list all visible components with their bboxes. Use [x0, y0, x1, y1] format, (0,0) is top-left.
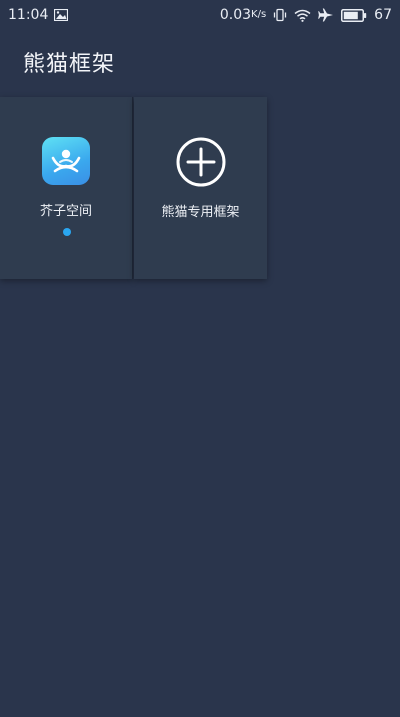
status-bar-left: 11:04 [8, 7, 69, 23]
add-circle-icon [176, 137, 226, 187]
mustard-space-card[interactable]: 芥子空间 [0, 97, 133, 279]
wifi-icon [294, 9, 311, 22]
panda-framework-label: 熊猫专用框架 [161, 205, 240, 220]
status-bar: 11:04 0.03K/s 67 [0, 0, 400, 30]
image-icon [54, 9, 69, 21]
add-panda-framework-card[interactable]: 熊猫专用框架 [134, 97, 267, 279]
status-time: 11:04 [8, 7, 49, 23]
status-bar-right: 0.03K/s 67 [220, 7, 392, 23]
net-speed: 0.03K/s [220, 7, 266, 23]
vibrate-icon [273, 8, 287, 22]
airplane-icon [318, 8, 334, 22]
active-indicator-dot [63, 228, 71, 236]
battery-icon [341, 8, 367, 22]
framework-card-row: 芥子空间 熊猫专用框架 [0, 97, 267, 279]
mustard-space-label: 芥子空间 [39, 204, 92, 219]
page-title: 熊猫框架 [23, 52, 116, 77]
mustard-space-app-icon [42, 137, 90, 185]
net-speed-value: 0.03 [219, 7, 252, 23]
net-speed-unit: K/s [251, 9, 267, 20]
battery-level: 67 [374, 7, 392, 23]
